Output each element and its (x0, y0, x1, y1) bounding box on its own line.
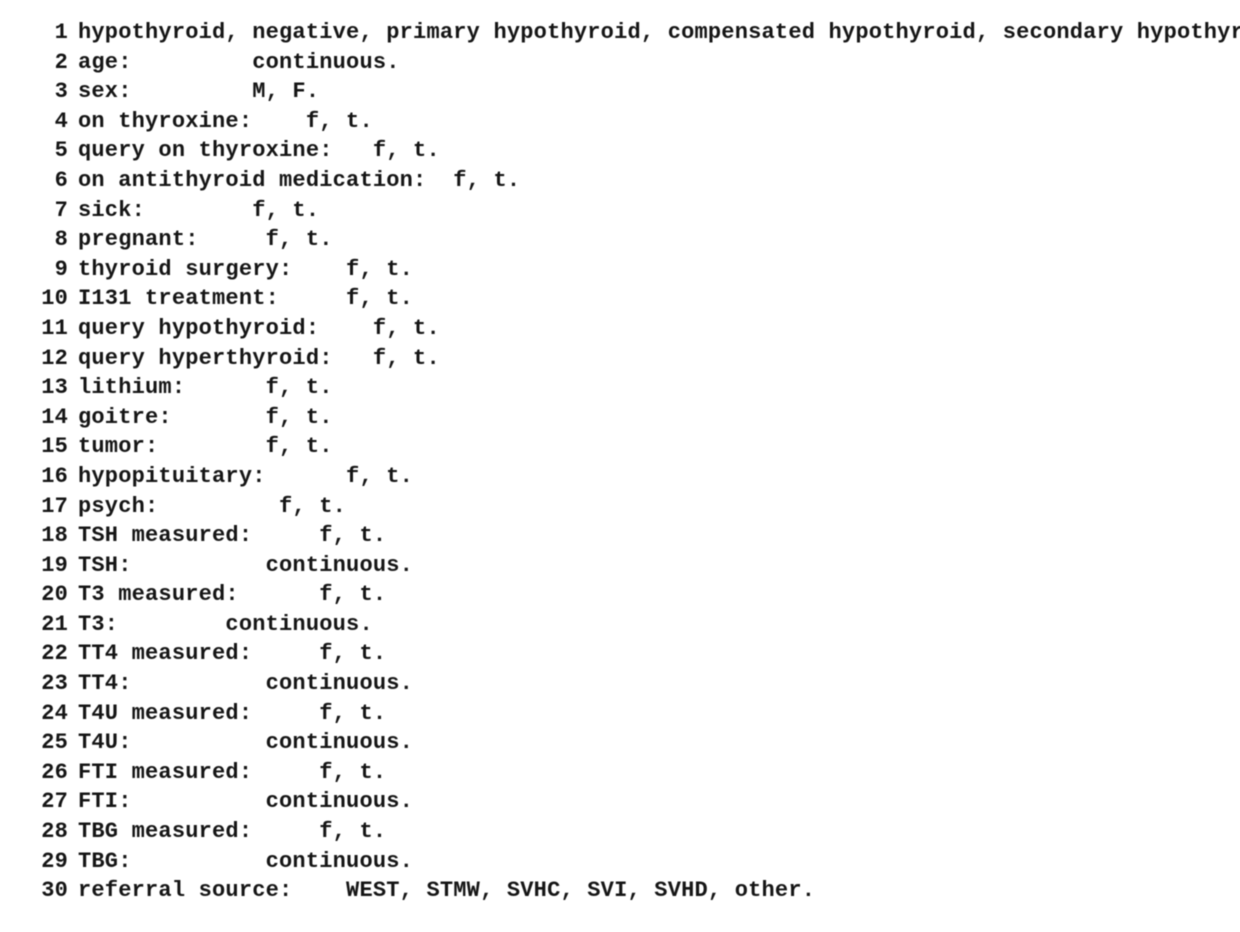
line-text: hypothyroid, negative, primary hypothyro… (78, 20, 1240, 45)
line-text: sick: f, t. (78, 198, 319, 223)
line-row: 25 T4U: continuous. (30, 728, 1210, 758)
line-row: 18 TSH measured: f, t. (30, 521, 1210, 551)
line-number: 13 (30, 373, 68, 403)
line-text: age: continuous. (78, 50, 400, 75)
line-text: FTI measured: f, t. (78, 760, 386, 785)
line-row: 13 lithium: f, t. (30, 373, 1210, 403)
line-row: 3 sex: M, F. (30, 77, 1210, 107)
line-text: referral source: WEST, STMW, SVHC, SVI, … (78, 878, 815, 903)
line-row: 1hypothyroid, negative, primary hypothyr… (30, 18, 1210, 48)
line-number: 28 (30, 817, 68, 847)
line-text: query hypothyroid: f, t. (78, 316, 440, 341)
line-number: 18 (30, 521, 68, 551)
line-text: TSH measured: f, t. (78, 523, 386, 548)
line-row: 5 query on thyroxine: f, t. (30, 136, 1210, 166)
line-number: 6 (30, 166, 68, 196)
line-text: TBG measured: f, t. (78, 819, 386, 844)
line-number: 7 (30, 196, 68, 226)
line-text: TBG: continuous. (78, 849, 413, 874)
line-row: 17 psych: f, t. (30, 492, 1210, 522)
line-row: 22 TT4 measured: f, t. (30, 639, 1210, 669)
line-text: thyroid surgery: f, t. (78, 257, 413, 282)
line-number: 27 (30, 787, 68, 817)
line-number: 24 (30, 699, 68, 729)
line-text: goitre: f, t. (78, 405, 333, 430)
line-text: on antithyroid medication: f, t. (78, 168, 520, 193)
line-row: 27 FTI: continuous. (30, 787, 1210, 817)
line-row: 21 T3: continuous. (30, 610, 1210, 640)
line-row: 28 TBG measured: f, t. (30, 817, 1210, 847)
line-number: 30 (30, 876, 68, 906)
line-number: 17 (30, 492, 68, 522)
line-number: 21 (30, 610, 68, 640)
line-row: 16 hypopituitary: f, t. (30, 462, 1210, 492)
line-number: 1 (30, 18, 68, 48)
line-number: 9 (30, 255, 68, 285)
line-row: 10 I131 treatment: f, t. (30, 284, 1210, 314)
line-text: lithium: f, t. (78, 375, 333, 400)
line-row: 9 thyroid surgery: f, t. (30, 255, 1210, 285)
line-number: 22 (30, 639, 68, 669)
line-number: 12 (30, 344, 68, 374)
line-row: 14 goitre: f, t. (30, 403, 1210, 433)
line-row: 24 T4U measured: f, t. (30, 699, 1210, 729)
line-number: 19 (30, 551, 68, 581)
line-text: FTI: continuous. (78, 789, 413, 814)
line-row: 30 referral source: WEST, STMW, SVHC, SVI… (30, 876, 1210, 906)
line-row: 6 on antithyroid medication: f, t. (30, 166, 1210, 196)
line-row: 15 tumor: f, t. (30, 432, 1210, 462)
line-number: 10 (30, 284, 68, 314)
line-number: 20 (30, 580, 68, 610)
line-text: query hyperthyroid: f, t. (78, 346, 440, 371)
line-number: 26 (30, 758, 68, 788)
line-text: TT4 measured: f, t. (78, 641, 386, 666)
line-text: T4U: continuous. (78, 730, 413, 755)
document-body: 1 hypothyroid, negative, primary hypothyr… (0, 0, 1240, 924)
line-text: T3 measured: f, t. (78, 582, 386, 607)
line-row: 2 age: continuous. (30, 48, 1210, 78)
line-text: TSH: continuous. (78, 553, 413, 578)
line-number: 2 (30, 48, 68, 78)
line-text: query on thyroxine: f, t. (78, 138, 440, 163)
line-number: 8 (30, 225, 68, 255)
line-row: 8 pregnant: f, t. (30, 225, 1210, 255)
line-text: I131 treatment: f, t. (78, 286, 413, 311)
line-number: 5 (30, 136, 68, 166)
line-number: 11 (30, 314, 68, 344)
line-number: 29 (30, 847, 68, 877)
line-number: 14 (30, 403, 68, 433)
line-row: 7 sick: f, t. (30, 196, 1210, 226)
line-number: 23 (30, 669, 68, 699)
line-number: 4 (30, 107, 68, 137)
line-row: 26 FTI measured: f, t. (30, 758, 1210, 788)
line-row: 29 TBG: continuous. (30, 847, 1210, 877)
line-text: tumor: f, t. (78, 434, 333, 459)
line-row: 11 query hypothyroid: f, t. (30, 314, 1210, 344)
line-text: T3: continuous. (78, 612, 373, 637)
line-text: hypopituitary: f, t. (78, 464, 413, 489)
line-number: 16 (30, 462, 68, 492)
line-text: pregnant: f, t. (78, 227, 333, 252)
line-row: 20 T3 measured: f, t. (30, 580, 1210, 610)
line-row: 19 TSH: continuous. (30, 551, 1210, 581)
line-text: sex: M, F. (78, 79, 319, 104)
line-row: 23 TT4: continuous. (30, 669, 1210, 699)
line-row: 12 query hyperthyroid: f, t. (30, 344, 1210, 374)
line-text: TT4: continuous. (78, 671, 413, 696)
line-text: psych: f, t. (78, 494, 346, 519)
line-number: 15 (30, 432, 68, 462)
line-number: 25 (30, 728, 68, 758)
line-number: 3 (30, 77, 68, 107)
line-text: T4U measured: f, t. (78, 701, 386, 726)
line-text: on thyroxine: f, t. (78, 109, 373, 134)
line-row: 4 on thyroxine: f, t. (30, 107, 1210, 137)
